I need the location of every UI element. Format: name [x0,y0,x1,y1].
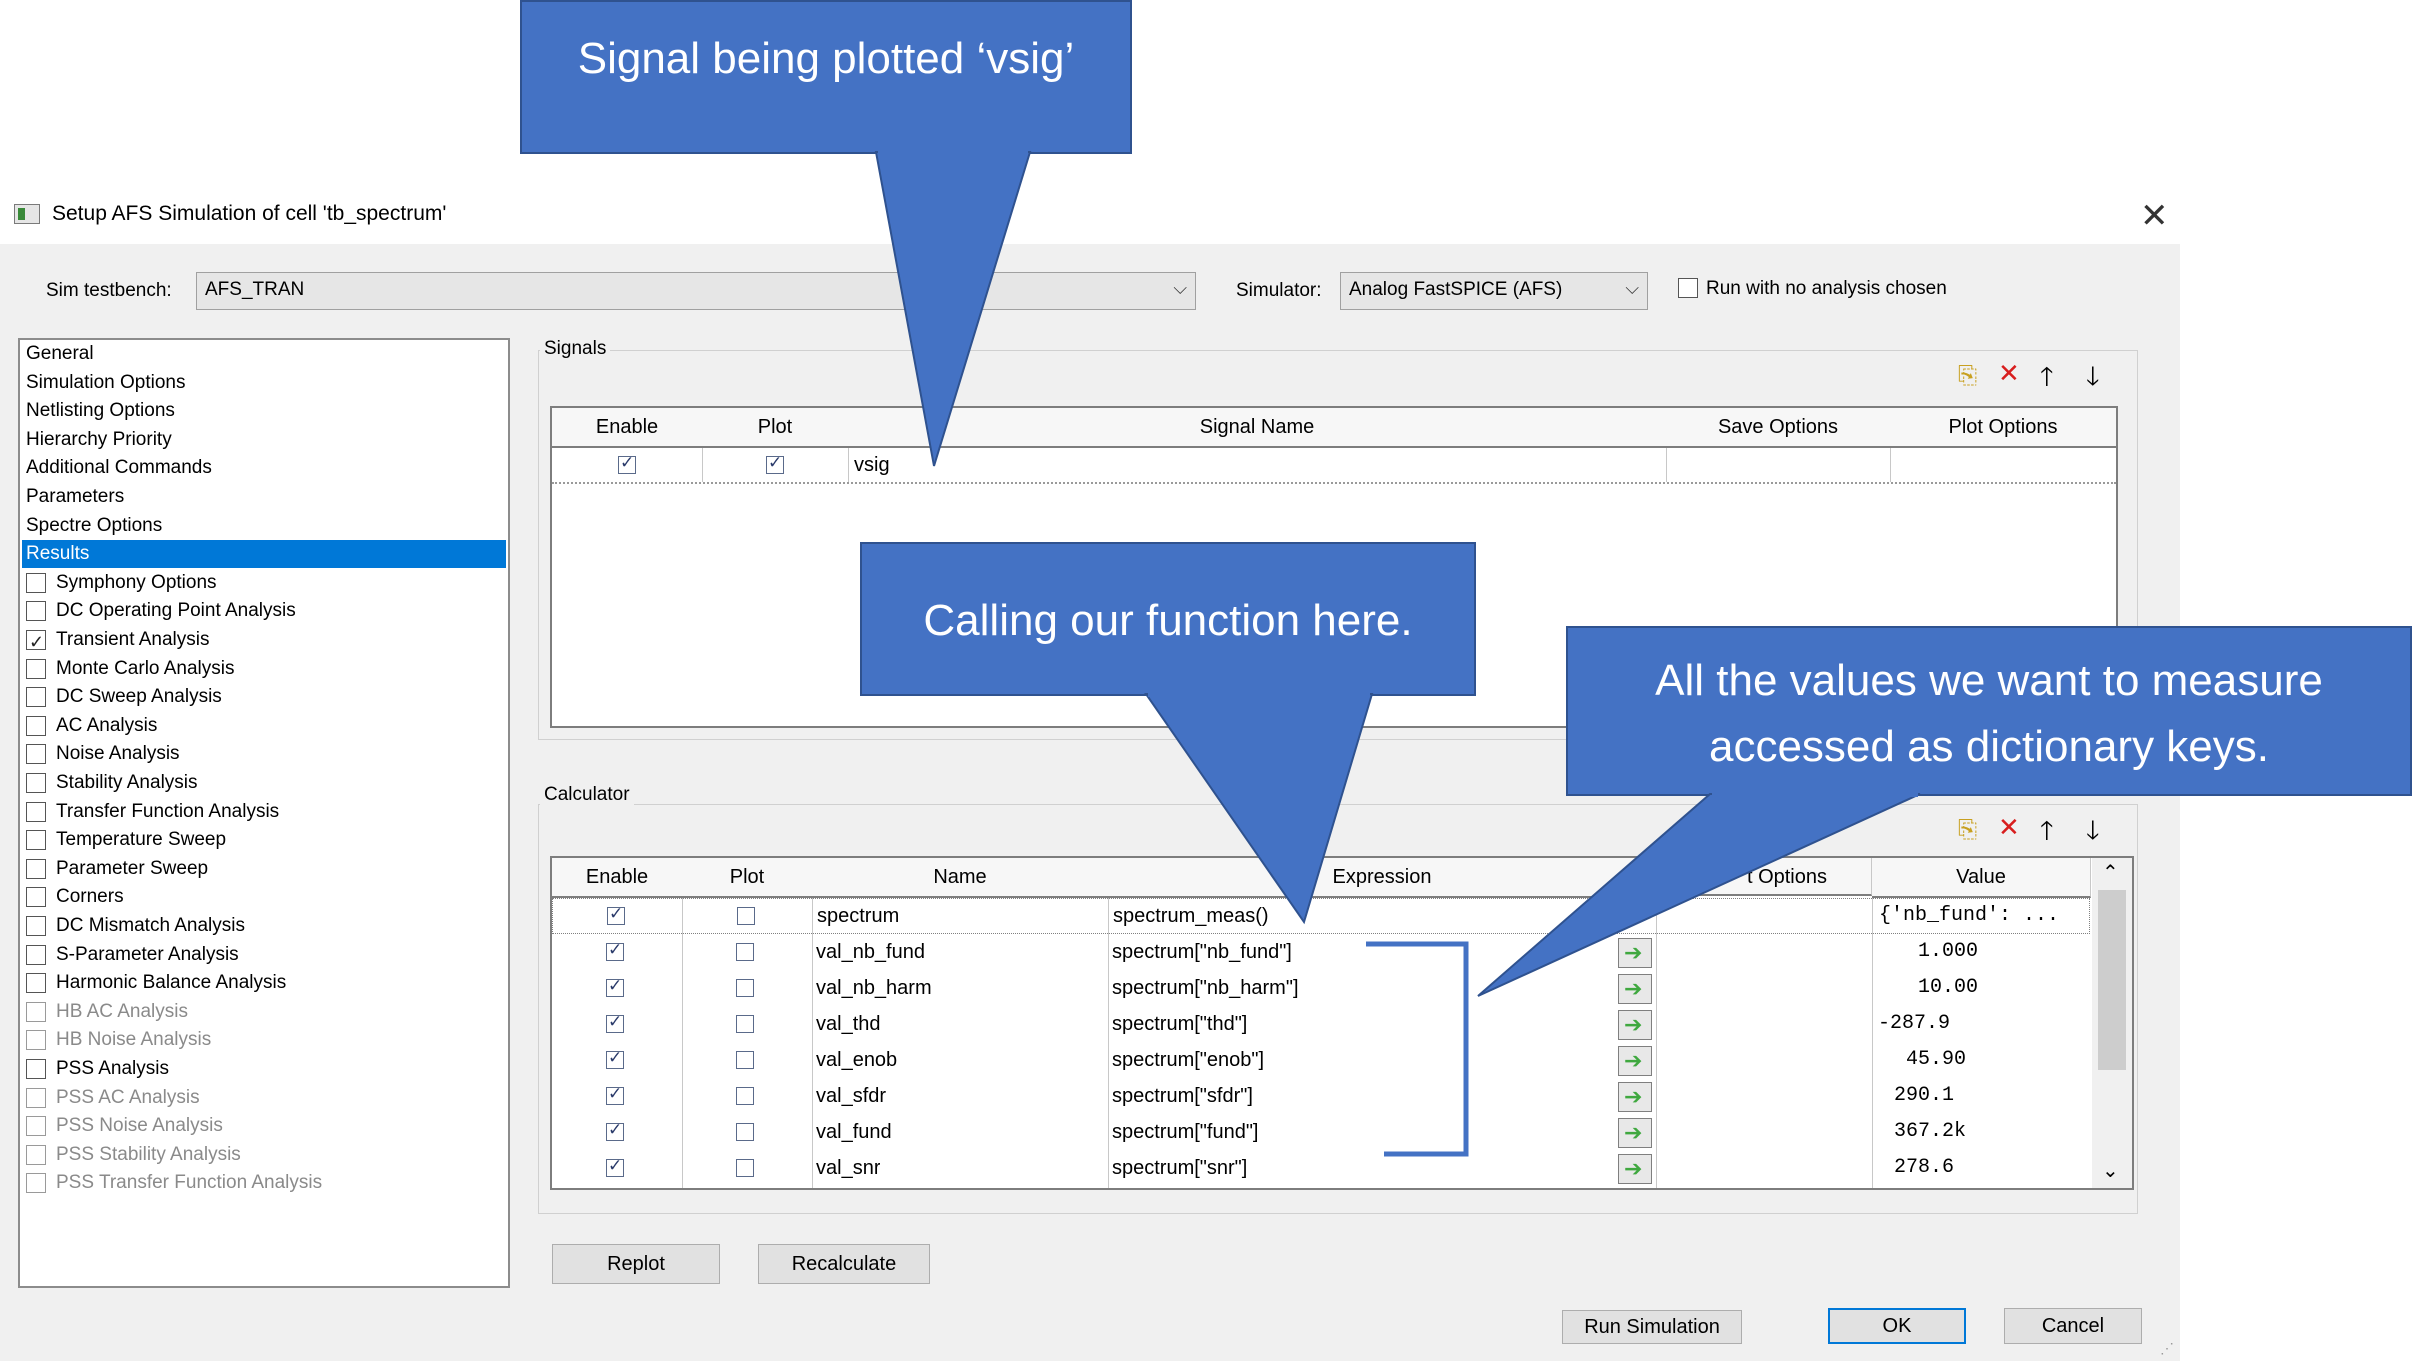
callout-values-tail [1477,793,1921,997]
